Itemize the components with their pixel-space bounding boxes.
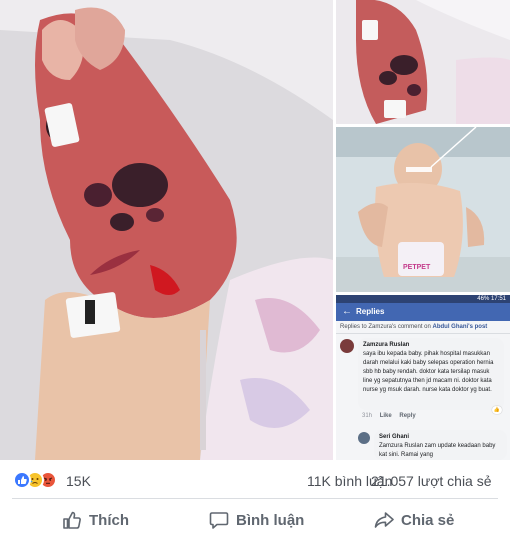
share-button[interactable]: Chia sẻ bbox=[373, 505, 454, 535]
comment-like-link[interactable]: Like bbox=[380, 413, 392, 419]
baby-in-hospital-photo[interactable]: PETPET bbox=[336, 127, 510, 292]
share-label: Chia sẻ bbox=[401, 511, 455, 529]
comment-author[interactable]: Zamzura Ruslan bbox=[363, 341, 499, 350]
reaction-count[interactable]: 15K bbox=[66, 473, 91, 489]
replies-title: Replies bbox=[356, 307, 385, 316]
status-bar-text: 46% 17:51 bbox=[477, 296, 506, 302]
divider bbox=[12, 498, 498, 499]
avatar[interactable] bbox=[340, 339, 354, 353]
comment-bubble: Zamzura Ruslan saya ibu kepada baby. pih… bbox=[358, 338, 504, 410]
comment-bubble: Seri Ghani Zamzura Ruslan zam update kea… bbox=[374, 430, 507, 460]
like-button[interactable]: Thích bbox=[61, 505, 129, 535]
share-arrow-icon bbox=[373, 509, 395, 531]
divider bbox=[336, 333, 510, 334]
facebook-replies-screenshot[interactable]: 46% 17:51 ← Replies Replies to Zamzura's… bbox=[336, 295, 510, 460]
comment-reply-link[interactable]: Reply bbox=[399, 413, 415, 419]
comment-text: Zamzura Ruslan zam update keadaan baby k… bbox=[379, 443, 496, 458]
replies-header: ← Replies bbox=[336, 303, 510, 321]
comment-author[interactable]: Seri Ghani bbox=[379, 433, 502, 442]
reaction-icons[interactable] bbox=[13, 471, 63, 489]
comment-meta: 31h Like Reply bbox=[362, 413, 416, 419]
comment-button[interactable]: Bình luận bbox=[208, 505, 304, 535]
svg-text:PETPET: PETPET bbox=[403, 264, 431, 271]
foot-closeup-photo[interactable] bbox=[336, 0, 510, 124]
phone-status-bar: 46% 17:51 bbox=[336, 295, 510, 303]
replies-context: Replies to Zamzura's comment on Abdul Gh… bbox=[340, 324, 487, 330]
back-arrow-icon[interactable]: ← bbox=[342, 305, 352, 319]
share-count[interactable]: 21.057 lượt chia sẻ bbox=[371, 473, 492, 489]
comment-icon bbox=[208, 509, 230, 531]
like-icon bbox=[13, 471, 31, 489]
photo-collage: PETPET 46% 17:51 ← Replies Replies to Za… bbox=[0, 0, 510, 460]
comment-time: 31h bbox=[362, 413, 373, 419]
context-prefix: Replies to Zamzura's comment on bbox=[340, 324, 433, 330]
context-link[interactable]: Abdul Ghani's post bbox=[433, 324, 488, 330]
avatar[interactable] bbox=[358, 432, 370, 444]
foot-with-blisters-photo[interactable] bbox=[0, 0, 333, 460]
comment-text: saya ibu kepada baby. pihak hospital mas… bbox=[363, 351, 494, 393]
like-reaction-badge: 👍 bbox=[492, 406, 502, 414]
thumbs-up-icon bbox=[61, 509, 83, 531]
comment-label: Bình luận bbox=[236, 511, 305, 529]
like-label: Thích bbox=[89, 511, 129, 529]
